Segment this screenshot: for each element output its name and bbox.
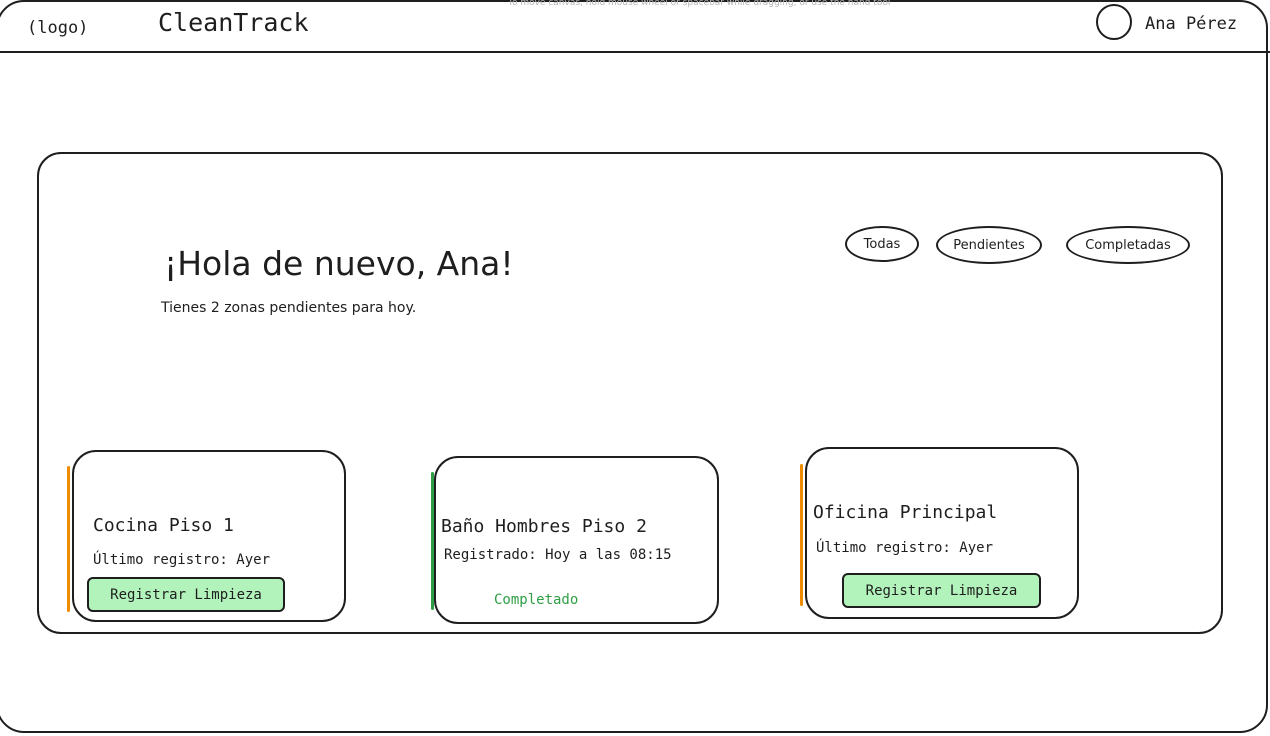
top-bar: (logo) CleanTrack To move canvas, hold m…	[0, 0, 1270, 53]
pending-accent-bar	[800, 464, 803, 606]
app-title: CleanTrack	[158, 8, 309, 37]
last-record-text: Último registro: Ayer	[816, 540, 994, 556]
zone-title: Cocina Piso 1	[93, 515, 234, 536]
user-avatar-icon[interactable]	[1096, 4, 1132, 40]
register-cleaning-button[interactable]: Registrar Limpieza	[842, 573, 1041, 608]
last-record-text: Último registro: Ayer	[93, 552, 271, 568]
pending-summary: Tienes 2 zonas pendientes para hoy.	[161, 300, 417, 316]
logo-placeholder: (logo)	[27, 18, 89, 38]
page-title: ¡Hola de nuevo, Ana!	[164, 244, 514, 283]
filter-pending-button[interactable]: Pendientes	[936, 226, 1042, 264]
zone-title: Baño Hombres Piso 2	[441, 516, 647, 537]
pending-accent-bar	[67, 466, 70, 612]
register-cleaning-button[interactable]: Registrar Limpieza	[87, 577, 285, 612]
zone-title: Oficina Principal	[813, 502, 998, 523]
filter-completed-button[interactable]: Completadas	[1066, 226, 1190, 264]
user-name[interactable]: Ana Pérez	[1145, 14, 1237, 34]
canvas-hint: To move canvas, hold mouse wheel or spac…	[508, 0, 891, 8]
completed-status: Completado	[494, 592, 579, 608]
filter-all-button[interactable]: Todas	[845, 226, 919, 262]
last-record-text: Registrado: Hoy a las 08:15	[444, 547, 672, 563]
completed-accent-bar	[431, 472, 434, 610]
